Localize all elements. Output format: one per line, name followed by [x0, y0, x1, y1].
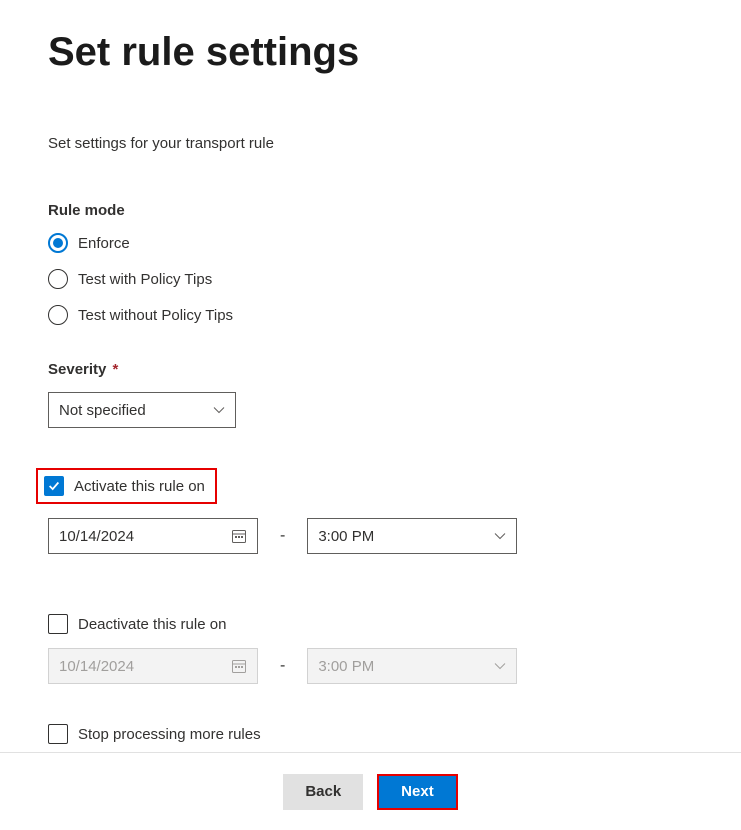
activate-checkbox-row[interactable]: Activate this rule on: [44, 476, 205, 496]
radio-test-with-tips[interactable]: Test with Policy Tips: [48, 269, 693, 289]
activate-time-dropdown[interactable]: 3:00 PM: [307, 518, 517, 554]
activate-date-value: 10/14/2024: [59, 528, 134, 545]
calendar-icon: [231, 658, 247, 674]
checkbox-icon: [48, 724, 68, 744]
chevron-down-icon: [494, 530, 506, 542]
footer-bar: Back Next: [0, 752, 741, 830]
activate-time-value: 3:00 PM: [318, 528, 374, 545]
page-subtitle: Set settings for your transport rule: [48, 135, 693, 152]
radio-icon: [48, 269, 68, 289]
deactivate-date-input: 10/14/2024: [48, 648, 258, 684]
back-button[interactable]: Back: [283, 774, 363, 810]
stop-label: Stop processing more rules: [78, 726, 261, 743]
radio-test-without-tips[interactable]: Test without Policy Tips: [48, 305, 693, 325]
deactivate-label: Deactivate this rule on: [78, 616, 226, 633]
radio-icon: [48, 305, 68, 325]
next-button[interactable]: Next: [377, 774, 458, 810]
radio-label: Test without Policy Tips: [78, 307, 233, 324]
activate-highlight: Activate this rule on: [36, 468, 217, 504]
severity-dropdown[interactable]: Not specified: [48, 392, 236, 428]
deactivate-time-value: 3:00 PM: [318, 658, 374, 675]
checkbox-icon: [44, 476, 64, 496]
deactivate-checkbox-row[interactable]: Deactivate this rule on: [48, 614, 693, 634]
chevron-down-icon: [213, 404, 225, 416]
activate-date-input[interactable]: 10/14/2024: [48, 518, 258, 554]
stop-processing-checkbox-row[interactable]: Stop processing more rules: [48, 724, 693, 744]
severity-value: Not specified: [59, 402, 146, 419]
radio-label: Enforce: [78, 235, 130, 252]
chevron-down-icon: [494, 660, 506, 672]
required-mark: *: [113, 361, 119, 378]
rule-mode-radio-group: Enforce Test with Policy Tips Test witho…: [48, 233, 693, 325]
page-title: Set rule settings: [48, 30, 693, 75]
separator: -: [280, 657, 285, 675]
rule-mode-label: Rule mode: [48, 202, 693, 219]
checkbox-icon: [48, 614, 68, 634]
radio-label: Test with Policy Tips: [78, 271, 212, 288]
severity-label: Severity *: [48, 361, 693, 378]
activate-label: Activate this rule on: [74, 478, 205, 495]
radio-enforce[interactable]: Enforce: [48, 233, 693, 253]
deactivate-time-dropdown: 3:00 PM: [307, 648, 517, 684]
radio-icon: [48, 233, 68, 253]
calendar-icon: [231, 528, 247, 544]
separator: -: [280, 527, 285, 545]
deactivate-date-value: 10/14/2024: [59, 658, 134, 675]
